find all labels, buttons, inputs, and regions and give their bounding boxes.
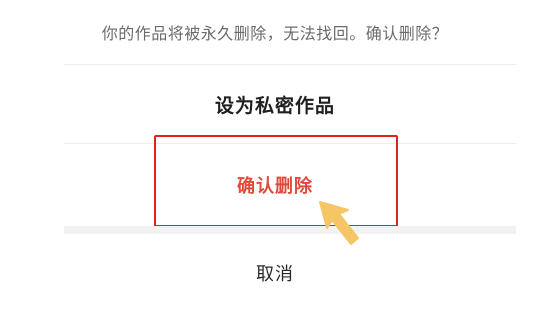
action-sheet: 你的作品将被永久删除，无法找回。确认删除？ 设为私密作品 确认删除 取消 <box>0 0 550 311</box>
confirm-delete-button[interactable]: 确认删除 <box>0 144 550 226</box>
cancel-button[interactable]: 取消 <box>0 234 550 311</box>
section-gap <box>64 226 516 234</box>
delete-warning-text: 你的作品将被永久删除，无法找回。确认删除？ <box>101 24 449 43</box>
set-private-button[interactable]: 设为私密作品 <box>0 65 550 143</box>
